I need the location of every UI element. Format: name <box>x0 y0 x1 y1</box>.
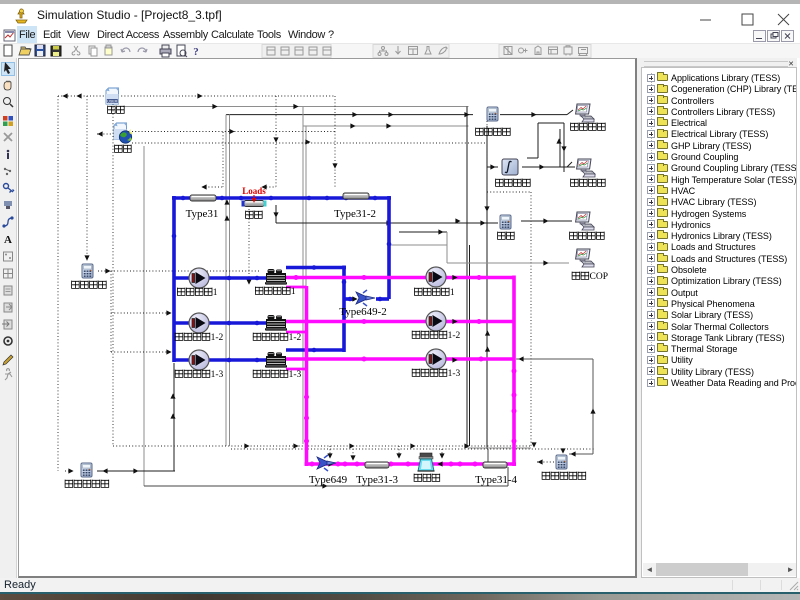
svg-text:Type649: Type649 <box>309 474 348 486</box>
svg-text:1: 1 <box>450 288 455 298</box>
svg-text:1-2: 1-2 <box>211 333 224 343</box>
svg-text:1-2: 1-2 <box>289 333 302 343</box>
svg-text:USER: USER <box>107 99 117 103</box>
svg-text:1-3: 1-3 <box>211 370 224 380</box>
svg-text:1-3: 1-3 <box>448 369 461 379</box>
svg-text:A: A <box>4 234 12 246</box>
svg-text:Type31-3: Type31-3 <box>356 474 398 486</box>
svg-text:Type31-2: Type31-2 <box>334 208 376 220</box>
svg-text:?: ? <box>193 46 199 58</box>
svg-text:Loads: Loads <box>242 186 266 196</box>
svg-text:1-2: 1-2 <box>448 331 461 341</box>
svg-text:Type649-2: Type649-2 <box>339 306 387 318</box>
svg-text:1: 1 <box>213 288 218 298</box>
svg-text:1-3: 1-3 <box>289 370 302 380</box>
svg-text:Type31-4: Type31-4 <box>475 474 517 486</box>
svg-text:COP: COP <box>590 272 608 282</box>
svg-text:Type31: Type31 <box>186 208 219 220</box>
svg-text:1: 1 <box>291 287 296 297</box>
